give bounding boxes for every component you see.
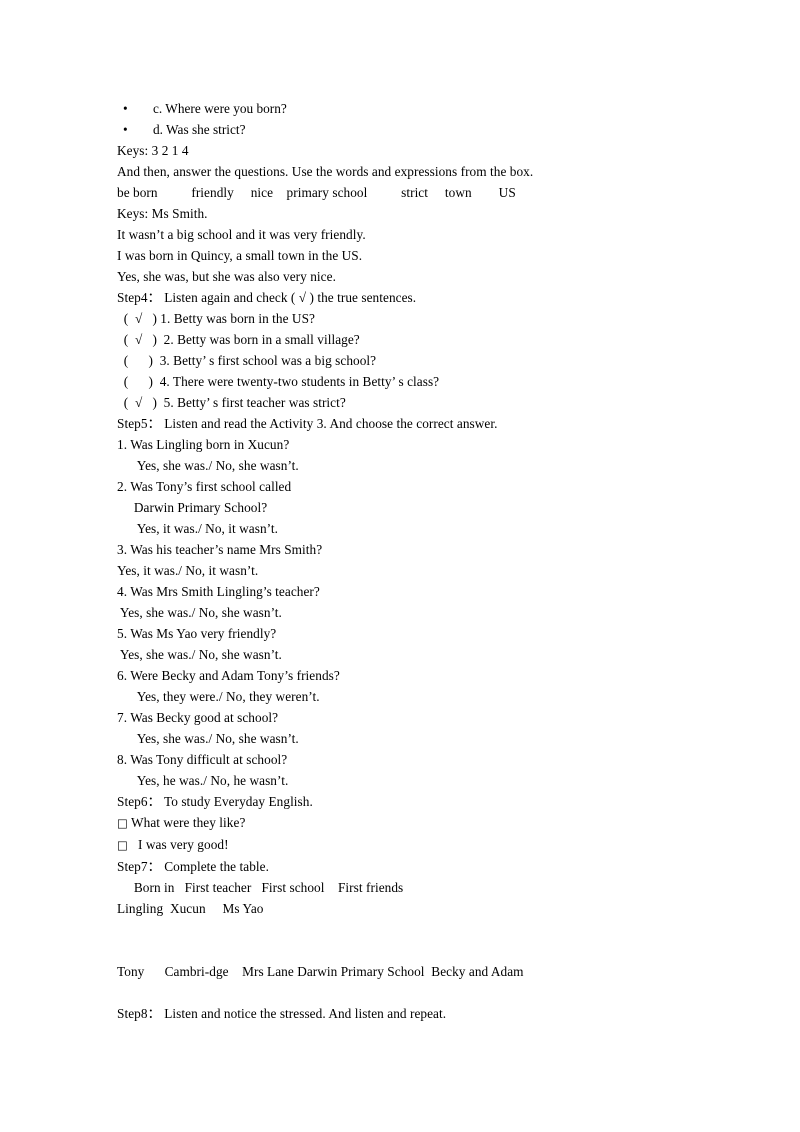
text-line: Keys: Ms Smith. bbox=[117, 206, 208, 221]
text-line: ( √ ) 1. Betty was born in the US? bbox=[117, 311, 315, 326]
bullet-list-item: • c. Where were you born? bbox=[117, 98, 717, 119]
text-line: Yes, she was./ No, she wasn’t. bbox=[117, 647, 282, 662]
text-line: Step5： Listen and read the Activity 3. A… bbox=[117, 416, 498, 431]
text-line: Yes, she was, but she was also very nice… bbox=[117, 269, 336, 284]
document-page: • c. Where were you born? • d. Was she stri… bbox=[0, 0, 800, 1132]
text-line: 5. Was Ms Yao very friendly? bbox=[117, 626, 277, 641]
text-line: Step7： Complete the table. bbox=[117, 859, 269, 874]
text-line: Yes, she was./ No, she wasn’t. bbox=[117, 731, 299, 746]
text-line: 4. Was Mrs Smith Lingling’s teacher? bbox=[117, 584, 320, 599]
dialogue-line: □ I was very good! bbox=[117, 834, 717, 856]
text-line: ( ) 4. There were twenty-two students in… bbox=[117, 374, 440, 389]
text-line: Yes, she was./ No, she wasn’t. bbox=[117, 605, 282, 620]
text-line: Keys: 3 2 1 4 bbox=[117, 143, 189, 158]
text-line: 6. Were Becky and Adam Tony’s friends? bbox=[117, 668, 340, 683]
box-glyph-icon: □ bbox=[117, 816, 128, 830]
box-glyph-icon: □ bbox=[117, 838, 128, 852]
dialogue-line-text: I was very good! bbox=[127, 837, 229, 852]
dialogue-line-text: What were they like? bbox=[127, 815, 246, 830]
text-line: 7. Was Becky good at school? bbox=[117, 710, 279, 725]
bullet-item-text: c. Where were you born? bbox=[153, 101, 287, 116]
text-line: Yes, she was./ No, she wasn’t. bbox=[117, 458, 299, 473]
bullet-list-item: • d. Was she strict? bbox=[117, 119, 717, 140]
text-line: ( ) 3. Betty’ s first school was a big s… bbox=[117, 353, 377, 368]
bullet-dot-icon: • bbox=[123, 101, 128, 116]
document-body: • c. Where were you born? • d. Was she stri… bbox=[117, 98, 717, 1024]
text-line: Step6： To study Everyday English. bbox=[117, 794, 313, 809]
text-line: 8. Was Tony difficult at school? bbox=[117, 752, 288, 767]
text-line: Yes, it was./ No, it wasn’t. bbox=[117, 563, 259, 578]
text-line: 3. Was his teacher’s name Mrs Smith? bbox=[117, 542, 323, 557]
dialogue-line: □ What were they like? bbox=[117, 812, 717, 834]
text-line: ( √ ) 2. Betty was born in a small villa… bbox=[117, 332, 360, 347]
bullet-item-text: d. Was she strict? bbox=[153, 122, 246, 137]
text-line: It wasn’t a big school and it was very f… bbox=[117, 227, 366, 242]
text-line: Lingling Xucun Ms Yao bbox=[117, 901, 264, 916]
text-line: 2. Was Tony’s first school called bbox=[117, 479, 292, 494]
text-line: I was born in Quincy, a small town in th… bbox=[117, 248, 363, 263]
text-line: Yes, he was./ No, he wasn’t. bbox=[117, 773, 289, 788]
bullet-dot-icon: • bbox=[123, 122, 128, 137]
text-line: Born in First teacher First school First… bbox=[117, 880, 404, 895]
text-line: Tony Cambri-dge Mrs Lane Darwin Primary … bbox=[117, 964, 524, 979]
text-line: be born friendly nice primary school str… bbox=[117, 185, 516, 200]
text-line: Yes, it was./ No, it wasn’t. bbox=[117, 521, 279, 536]
text-line: ( √ ) 5. Betty’ s first teacher was stri… bbox=[117, 395, 346, 410]
text-line: Step8： Listen and notice the stressed. A… bbox=[117, 1006, 447, 1021]
text-line: Step4： Listen again and check ( √ ) the … bbox=[117, 290, 417, 305]
text-line: Darwin Primary School? bbox=[117, 500, 268, 515]
text-line: And then, answer the questions. Use the … bbox=[117, 164, 534, 179]
text-line: 1. Was Lingling born in Xucun? bbox=[117, 437, 290, 452]
text-line: Yes, they were./ No, they weren’t. bbox=[117, 689, 320, 704]
